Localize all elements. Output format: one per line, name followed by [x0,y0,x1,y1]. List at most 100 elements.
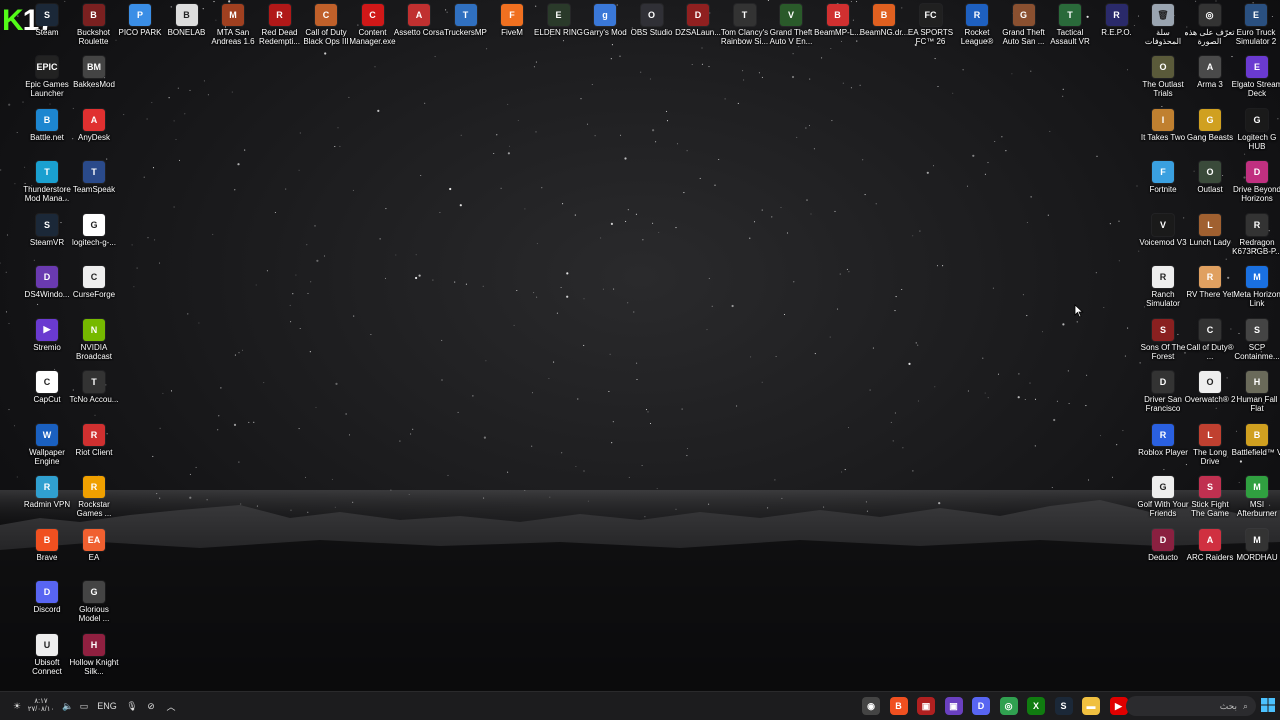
desktop-icon[interactable]: D Drive Beyond Horizons [1233,159,1280,211]
desktop-icon[interactable]: M MTA San Andreas 1.6 [210,2,256,54]
desktop-icon[interactable]: S Stick Fight The Game [1187,474,1233,526]
desktop-icon[interactable]: C Call of Duty Black Ops III [303,2,349,54]
taskbar-discord-icon[interactable]: D [972,697,990,715]
desktop-icon[interactable]: B Buckshot Roulette [71,2,117,54]
desktop-icon[interactable]: C Call of Duty® ... [1186,317,1234,369]
taskbar-brave-icon[interactable]: B [889,697,908,715]
taskbar-chrome-icon[interactable]: ◎ [999,697,1018,715]
desktop-icon[interactable]: R Ranch Simulator [1140,264,1186,316]
desktop-icon[interactable]: T Tom Clancy's Rainbow Si... [721,2,768,54]
taskbar-app-purple-icon[interactable]: ▣ [944,697,963,715]
desktop-icon[interactable]: EPIC Epic Games Launcher [24,54,70,106]
desktop-icon[interactable]: L Lunch Lady [1187,212,1233,264]
desktop-icon[interactable]: Glogitech-g-... [71,212,117,264]
clock[interactable]: ٨:١٧ ٢٧/٠٨/١٠ [26,696,56,716]
desktop-icon[interactable]: R Red Dead Redempti... [257,2,303,54]
desktop-icon[interactable]: B Brave [24,527,70,579]
desktop-icon[interactable]: C CapCut [24,369,70,421]
desktop-icon[interactable]: A Assetto Corsa [394,2,444,54]
microphone-icon[interactable]: 🎙 [126,696,138,716]
taskbar-file-explorer-icon[interactable]: ▬ [1082,697,1100,715]
desktop-icon[interactable]: 🗑 سلة المحذوفات [1140,2,1186,54]
desktop-icon[interactable]: R RV There Yet [1186,264,1234,316]
taskbar-xbox-icon[interactable]: X [1027,697,1045,715]
desktop-icon[interactable]: G Golf With Your Friends [1137,474,1189,526]
desktop-icon[interactable]: F Fortnite [1140,159,1186,211]
desktop-icon[interactable]: B BONELAB [164,2,210,54]
desktop-icon[interactable]: V Voicemod V3 [1139,212,1187,264]
desktop-icon[interactable]: S SteamVR [24,212,70,264]
desktop-icon[interactable]: E ELDEN RING [534,2,583,54]
desktop-icon[interactable]: D Deducto [1140,527,1186,579]
desktop-icon[interactable]: T Tactical Assault VR [1047,2,1093,54]
desktop-icon[interactable]: D Discord [24,579,70,631]
desktop-icon[interactable]: T TruckersMP [443,2,489,54]
desktop-icon[interactable]: B BeamMP-L... [814,2,861,54]
desktop-icon[interactable]: R R.E.P.O. [1094,2,1140,54]
taskbar-youtube-icon[interactable]: ▶ [1109,697,1128,715]
desktop-icon[interactable]: F FiveM [489,2,535,54]
desktop-icon[interactable]: A AnyDesk [71,107,117,159]
desktop-icon[interactable]: T TeamSpeak [71,159,117,211]
network-icon[interactable]: ▭ [78,696,90,716]
desktop-icon[interactable]: T TcNo Accou... [70,369,118,421]
desktop-icon[interactable]: R Roblox Player [1138,422,1188,474]
desktop-icon[interactable]: H Human Fall Flat [1234,369,1280,421]
desktop-icon[interactable]: FC EA SPORTS FC™ 26 [908,2,954,54]
weather-icon[interactable]: ☀ [8,696,26,716]
desktop-icon[interactable]: E Euro Truck Simulator 2 [1233,2,1279,54]
desktop-icon[interactable]: A Arma 3 [1187,54,1233,106]
desktop-icon[interactable]: B Battle.net [24,107,70,159]
search-input[interactable]: بحث ⌕ [1126,696,1256,716]
desktop-icon[interactable]: G Grand Theft Auto San ... [1001,2,1047,54]
desktop-icon[interactable]: R Rockstar Games ... [71,474,117,526]
desktop-icon[interactable]: R Rocket League® [954,2,1000,54]
chevron-up-icon[interactable]: ︿ [164,696,178,716]
desktop-icon[interactable]: O Overwatch® 2 [1185,369,1235,421]
notifications-off-icon[interactable]: ⊘ [144,696,158,716]
desktop-icon[interactable]: L The Long Drive [1187,422,1233,474]
desktop-icon[interactable]: ▶ Stremio [24,317,70,369]
desktop-icon[interactable]: P PICO PARK [117,2,163,54]
desktop-icon[interactable]: T Thunderstore Mod Mana... [23,159,71,211]
desktop-icon[interactable]: H Hollow Knight Silk... [70,632,118,684]
taskbar-steam-icon[interactable]: S [1054,697,1073,715]
desktop-icon[interactable]: O Outlast [1187,159,1233,211]
desktop-icon[interactable]: R Radmin VPN [24,474,70,526]
desktop-icon[interactable]: W Wallpaper Engine [24,422,70,474]
desktop-icon[interactable]: O The Outlast Trials [1140,54,1186,106]
desktop-icon[interactable]: N NVIDIA Broadcast [71,317,117,369]
taskbar-steam-alt-icon[interactable]: ◉ [862,697,880,715]
desktop-icon[interactable]: E Elgato Stream Deck [1232,54,1280,106]
taskbar-app-red-icon[interactable]: ▣ [917,697,935,715]
desktop-icon[interactable]: D Driver San Francisco [1140,369,1186,421]
desktop-icon[interactable]: V Grand Theft Auto V En... [768,2,814,54]
desktop-icon[interactable]: S SCP Containme... [1234,317,1280,369]
desktop-icon[interactable]: M MSI Afterburner [1234,474,1280,526]
desktop-icon[interactable]: g Garry's Mod [582,2,628,54]
desktop-icon[interactable]: S Steam [24,2,70,54]
desktop-icon[interactable]: B BeamNG.dr... [860,2,908,54]
desktop-icon[interactable]: O OBS Studio [629,2,675,54]
desktop-icon[interactable]: G Logitech G HUB [1234,107,1280,159]
desktop-icon[interactable]: M Meta Horizon Link [1233,264,1280,316]
language-indicator[interactable]: ENG [92,696,122,716]
desktop-icon[interactable]: D DZSALaun... [675,2,721,54]
desktop-icon[interactable]: C CurseForge [71,264,117,316]
windows-start-icon[interactable] [1260,697,1276,713]
desktop-icon[interactable]: G Glorious Model ... [71,579,117,631]
desktop-icon[interactable]: B Battlefield™ V [1232,422,1280,474]
desktop-icon[interactable]: BM BakkesMod [71,54,117,106]
desktop-icon[interactable]: G Gang Beasts [1187,107,1233,159]
desktop-icon[interactable]: I It Takes Two [1140,107,1186,159]
desktop-icon[interactable]: U Ubisoft Connect [24,632,70,684]
desktop-icon[interactable]: EA EA [71,527,117,579]
desktop-icon[interactable]: S Sons Of The Forest [1140,317,1186,369]
desktop-icon[interactable]: C Content Manager.exe [349,2,396,54]
desktop-icon[interactable]: R Redragon K673RGB-P... [1232,212,1280,264]
desktop-icon[interactable]: A ARC Raiders [1187,527,1233,579]
desktop-icon[interactable]: M MORDHAU [1234,527,1280,579]
desktop-icon[interactable]: D DS4Windo... [24,264,70,316]
desktop-icon[interactable]: ◎ تعرّف على هذه الصورة [1185,2,1234,54]
volume-icon[interactable]: 🔈 [62,696,74,716]
